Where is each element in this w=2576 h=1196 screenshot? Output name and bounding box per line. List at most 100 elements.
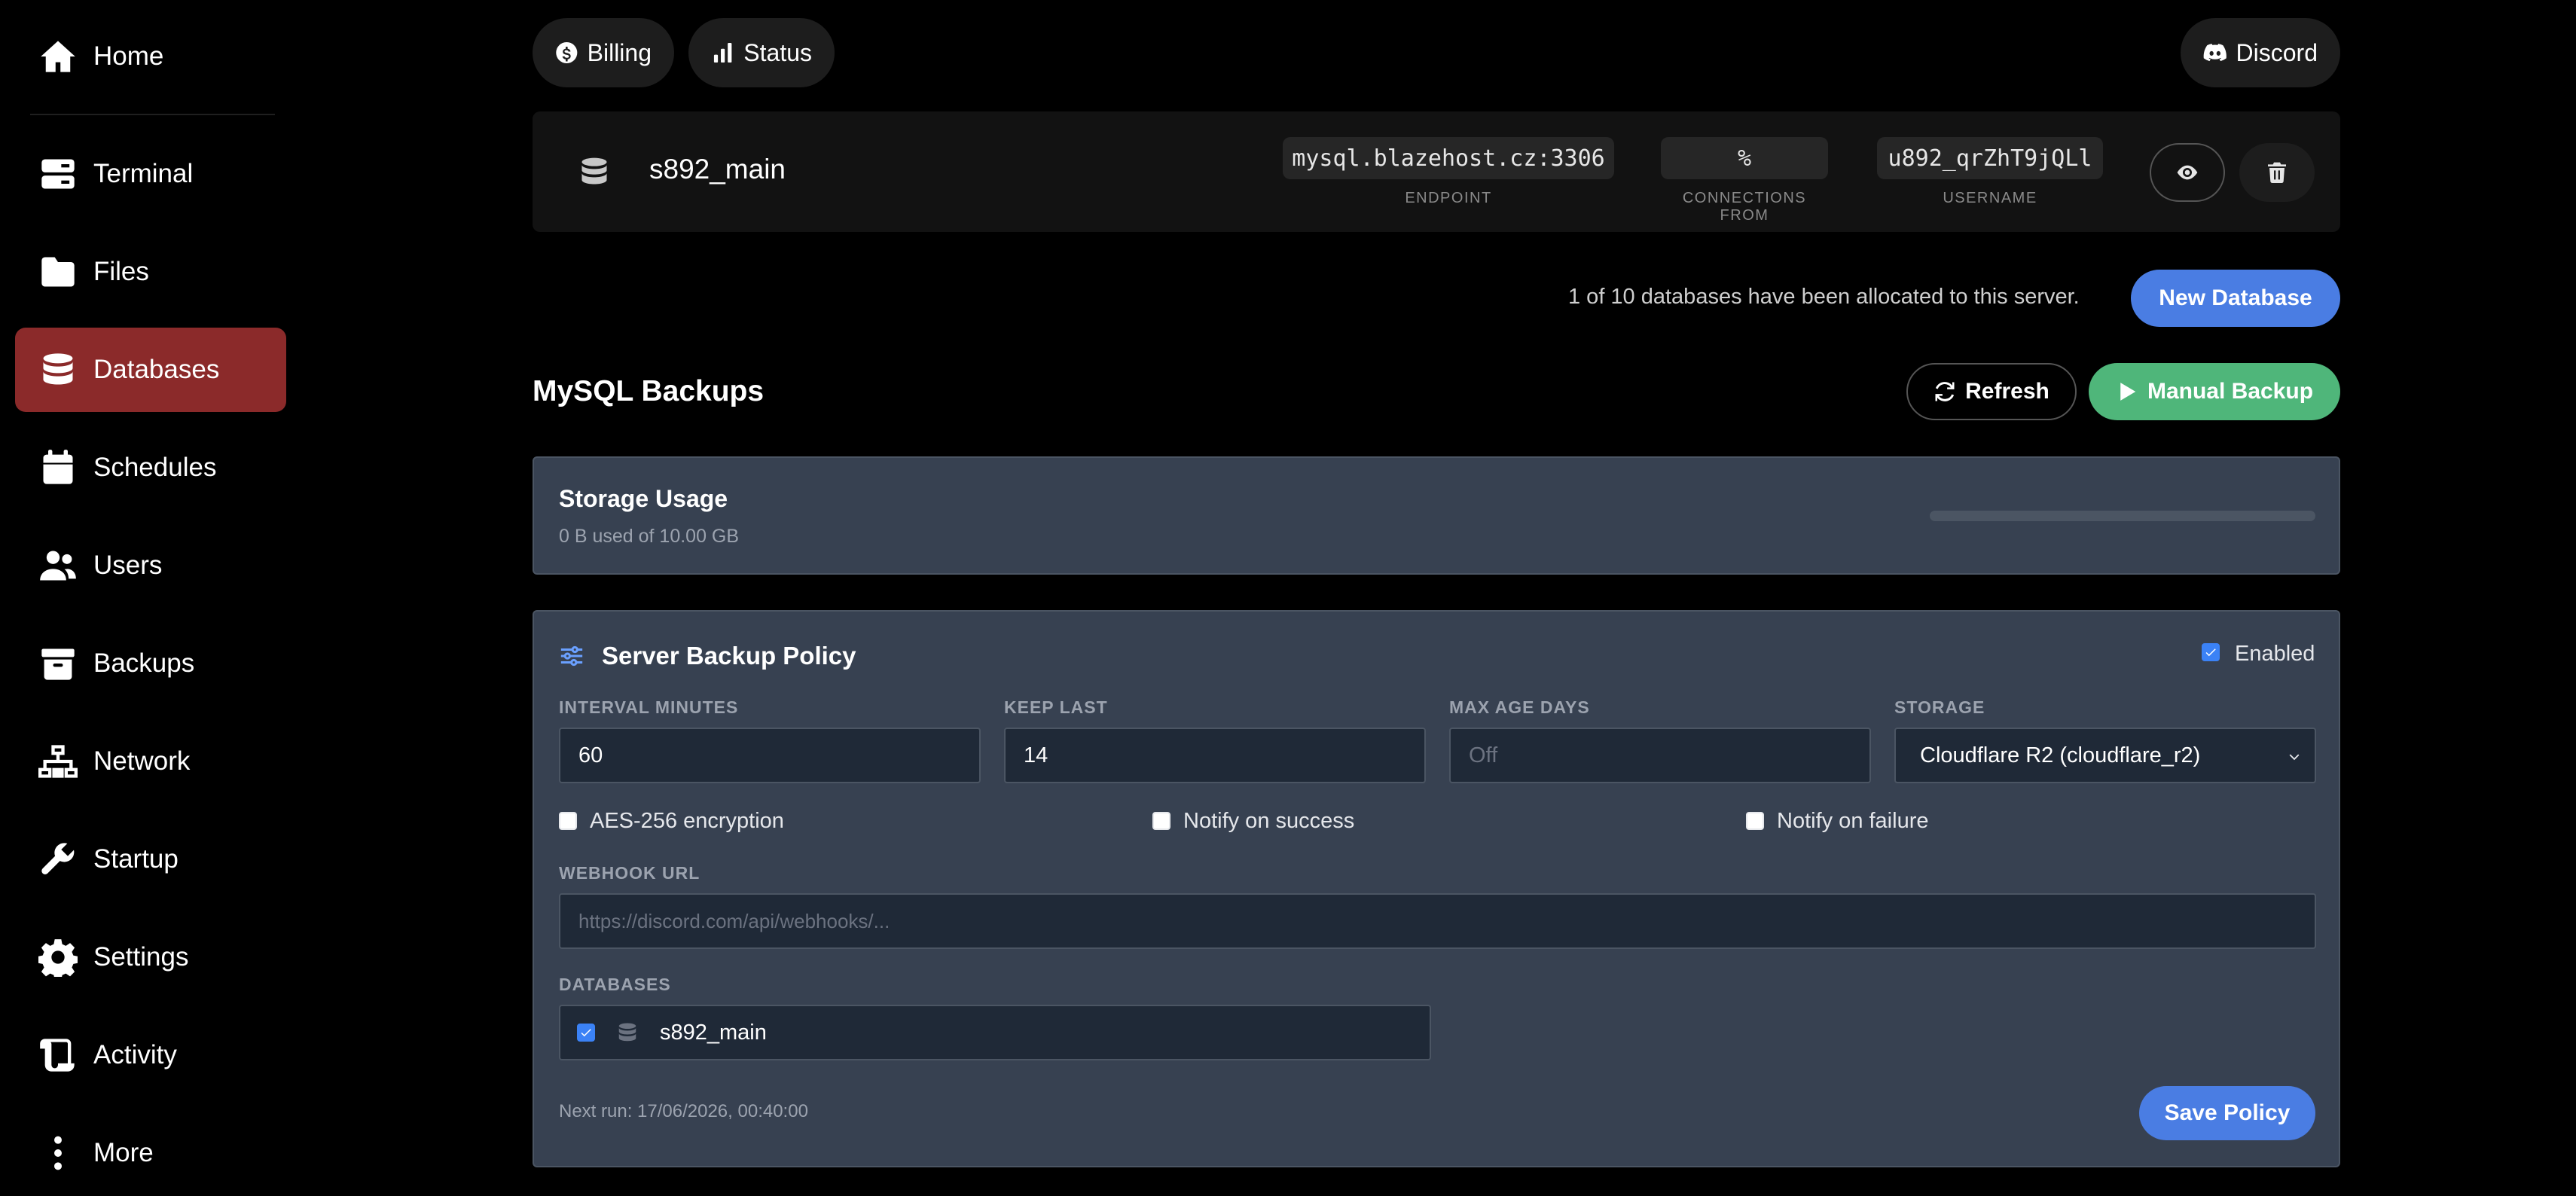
backup-policy-panel: Server Backup Policy Enabled INTERVAL MI… <box>533 610 2340 1167</box>
sidebar-item-label: Backups <box>93 648 195 678</box>
discord-icon <box>2203 44 2227 62</box>
sidebar-item-label: Startup <box>93 844 179 874</box>
username-value[interactable]: u892_qrZhT9jQLl <box>1877 137 2103 179</box>
notify-failure-checkbox[interactable] <box>1746 812 1764 830</box>
sliders-icon <box>559 643 584 669</box>
save-policy-button[interactable]: Save Policy <box>2139 1086 2315 1140</box>
database-select-name: s892_main <box>660 1020 767 1045</box>
storage-label: STORAGE <box>1894 697 1985 717</box>
username-field: u892_qrZhT9jQLl USERNAME <box>1877 137 2103 207</box>
view-details-button[interactable] <box>2150 143 2225 202</box>
sidebar-item-label: Activity <box>93 1040 177 1069</box>
users-icon <box>38 545 78 586</box>
network-icon <box>38 741 78 782</box>
folder-icon <box>38 252 78 292</box>
max-age-days-input[interactable]: Off <box>1449 728 1871 783</box>
database-name: s892_main <box>649 154 786 185</box>
sidebar-item-users[interactable]: Users <box>15 523 286 608</box>
sidebar-item-label: More <box>93 1138 154 1167</box>
connections-from-label: CONNECTIONS FROM <box>1682 190 1807 224</box>
storage-select-value: Cloudflare R2 (cloudflare_r2) <box>1920 743 2201 767</box>
aes-encryption-label: AES-256 encryption <box>590 809 784 833</box>
gear-icon <box>38 937 78 978</box>
sidebar-item-schedules[interactable]: Schedules <box>15 426 286 510</box>
status-button[interactable]: Status <box>688 18 835 87</box>
connections-from-field: % CONNECTIONS FROM <box>1661 137 1828 224</box>
databases-label: DATABASES <box>559 975 671 994</box>
sidebar-item-label: Files <box>93 257 149 286</box>
interval-label: INTERVAL MINUTES <box>559 697 739 717</box>
sidebar: Home Terminal Files Databases Schedules … <box>0 0 286 1196</box>
sidebar-item-more[interactable]: More <box>15 1111 286 1195</box>
sidebar-item-files[interactable]: Files <box>15 230 286 314</box>
sidebar-item-label: Network <box>93 746 191 776</box>
calendar-icon <box>38 447 78 488</box>
aes-encryption-checkbox[interactable] <box>559 812 577 830</box>
database-icon <box>38 349 78 390</box>
sidebar-item-label: Terminal <box>93 159 194 188</box>
billing-icon <box>556 41 578 64</box>
max-age-label: MAX AGE DAYS <box>1449 697 1590 717</box>
enabled-label: Enabled <box>2235 642 2315 666</box>
sidebar-item-label: Home <box>93 41 164 71</box>
webhook-url-label: WEBHOOK URL <box>559 863 700 883</box>
sidebar-item-label: Databases <box>93 355 220 384</box>
storage-title: Storage Usage <box>559 485 728 512</box>
interval-minutes-input[interactable]: 60 <box>559 728 981 783</box>
refresh-label: Refresh <box>1965 379 2050 404</box>
refresh-button[interactable]: Refresh <box>1906 363 2077 420</box>
manual-backup-button[interactable]: Manual Backup <box>2089 363 2340 420</box>
keep-last-input[interactable]: 14 <box>1004 728 1426 783</box>
check-icon <box>2205 648 2216 657</box>
sidebar-item-databases[interactable]: Databases <box>15 328 286 412</box>
policy-title: Server Backup Policy <box>602 642 856 670</box>
home-icon <box>38 36 78 77</box>
notify-success-checkbox[interactable] <box>1152 812 1170 830</box>
billing-button[interactable]: Billing <box>533 18 674 87</box>
storage-usage-text: 0 B used of 10.00 GB <box>559 526 740 547</box>
database-select-item[interactable]: s892_main <box>559 1005 1431 1060</box>
storage-select[interactable]: Cloudflare R2 (cloudflare_r2) <box>1894 728 2316 783</box>
next-run-text: Next run: 17/06/2026, 00:40:00 <box>559 1101 808 1121</box>
sidebar-item-startup[interactable]: Startup <box>15 817 286 902</box>
sidebar-item-settings[interactable]: Settings <box>15 915 286 999</box>
wrench-icon <box>38 839 78 880</box>
storage-usage-panel: Storage Usage 0 B used of 10.00 GB <box>533 456 2340 575</box>
play-icon <box>2120 383 2136 401</box>
delete-database-button[interactable] <box>2239 143 2315 202</box>
sidebar-item-label: Schedules <box>93 453 217 482</box>
new-database-button[interactable]: New Database <box>2131 270 2340 327</box>
sidebar-item-network[interactable]: Network <box>15 719 286 804</box>
database-select-checkbox[interactable] <box>577 1024 595 1042</box>
refresh-icon <box>1935 382 1955 401</box>
sidebar-item-terminal[interactable]: Terminal <box>15 132 286 216</box>
endpoint-value[interactable]: mysql.blazehost.cz:3306 <box>1283 137 1614 179</box>
discord-button[interactable]: Discord <box>2181 18 2340 87</box>
sidebar-item-activity[interactable]: Activity <box>15 1013 286 1097</box>
activity-scroll-icon <box>38 1035 78 1075</box>
sidebar-item-home[interactable]: Home <box>15 14 286 99</box>
chevron-down-icon <box>2286 747 2303 764</box>
database-icon <box>616 1021 639 1044</box>
sidebar-divider <box>30 114 275 115</box>
sidebar-item-label: Settings <box>93 942 189 972</box>
endpoint-field: mysql.blazehost.cz:3306 ENDPOINT <box>1283 137 1614 207</box>
bar-chart-icon <box>713 42 732 63</box>
status-label: Status <box>743 38 812 66</box>
database-row: s892_main mysql.blazehost.cz:3306 ENDPOI… <box>533 111 2340 232</box>
section-title: MySQL Backups <box>533 375 765 407</box>
connections-from-value[interactable]: % <box>1661 137 1828 179</box>
endpoint-label: ENDPOINT <box>1405 190 1492 206</box>
notify-failure-label: Notify on failure <box>1777 809 1929 833</box>
discord-label: Discord <box>2236 38 2318 66</box>
database-icon <box>578 155 611 188</box>
trash-icon <box>2268 162 2286 184</box>
storage-progress-bar <box>1930 511 2315 521</box>
username-label: USERNAME <box>1943 190 2037 206</box>
sidebar-item-backups[interactable]: Backups <box>15 621 286 706</box>
manual-backup-label: Manual Backup <box>2147 379 2314 404</box>
enabled-checkbox[interactable] <box>2202 643 2220 661</box>
webhook-url-input[interactable]: https://discord.com/api/webhooks/... <box>559 893 2316 949</box>
allocation-text: 1 of 10 databases have been allocated to… <box>1568 285 2080 309</box>
archive-icon <box>38 643 78 684</box>
